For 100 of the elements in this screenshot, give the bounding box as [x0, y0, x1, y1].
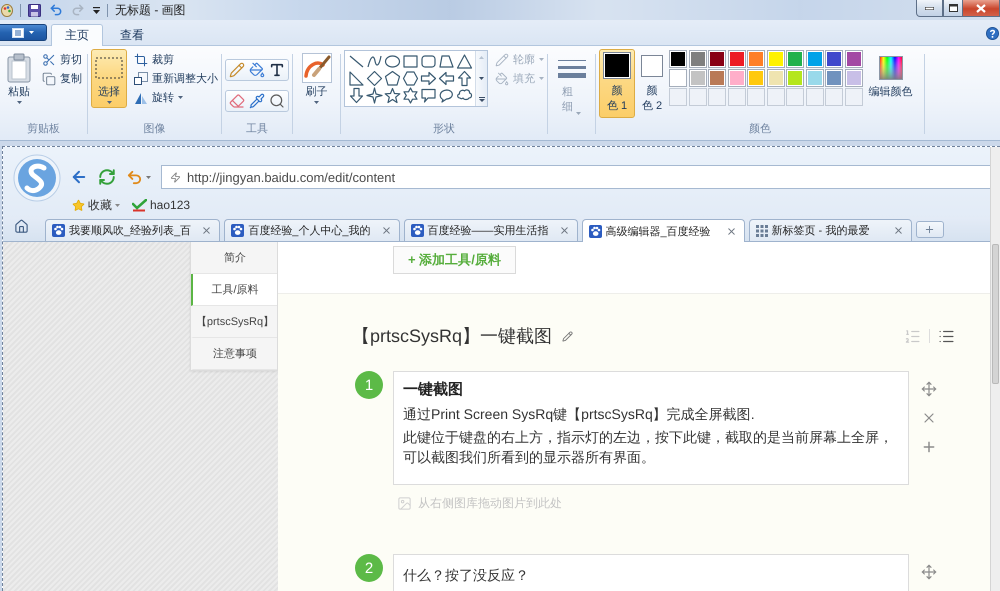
eraser-icon[interactable] [229, 93, 245, 109]
edit-colors-button[interactable]: 编辑颜色 [864, 49, 916, 103]
color-button[interactable]: 颜色 1 [599, 49, 635, 118]
close-icon[interactable] [201, 225, 212, 236]
diamond-icon[interactable] [366, 70, 382, 87]
close-icon[interactable] [558, 225, 570, 236]
ribbon-tab[interactable]: 查看 [106, 24, 158, 46]
plus-icon [924, 224, 935, 235]
color-swatch-icon[interactable] [766, 50, 784, 68]
plus-icon[interactable] [921, 439, 937, 455]
customize-menu-icon[interactable] [93, 6, 100, 14]
color-swatch-icon[interactable] [688, 69, 706, 87]
brushes-button[interactable]: 刷子 [298, 49, 336, 108]
bookmark-link[interactable]: hao123 [132, 198, 190, 212]
browser-tab[interactable]: 高级编辑器_百度经验 [582, 219, 744, 242]
close-icon[interactable] [892, 225, 904, 236]
nav-item[interactable]: 工具/原料 [191, 274, 277, 306]
move-icon[interactable] [921, 381, 937, 397]
step-editor[interactable]: 一键截图 通过Print Screen SysRq键【prtscSysRq】完成全屏截图. 此键位于键盘的右上方，指示灯的左边，按下此键，截取的是当前屏幕上全屏，可以截图我们所看到的显示器所有界面。 [393, 371, 909, 485]
line-icon[interactable] [348, 53, 364, 70]
ribbon-tab[interactable]: 主页 [51, 24, 103, 46]
paste-button[interactable]: 粘贴 [3, 49, 35, 108]
address-field[interactable]: http://jingyan.baidu.com/edit/content [161, 165, 990, 189]
copy-button[interactable]: 复制 [40, 69, 84, 88]
bookmark-link[interactable]: 收藏 [72, 196, 120, 214]
rounded-rectangle-icon[interactable] [420, 53, 436, 70]
browser-tab[interactable]: 新标签页 - 我的最爱 [748, 219, 912, 241]
four-point-star-icon[interactable] [366, 87, 382, 104]
down-arrow-icon[interactable] [348, 87, 364, 104]
nav-item[interactable]: 注意事项 [191, 338, 277, 370]
group-label: 颜色 [749, 122, 771, 136]
select-button[interactable]: 选择 [91, 49, 127, 108]
close-icon[interactable] [380, 225, 392, 236]
color-swatch-icon[interactable] [747, 69, 765, 87]
nav-item[interactable]: 【prtscSysRq】 [191, 306, 277, 338]
color-swatch-icon[interactable] [786, 69, 804, 87]
down-caret-icon[interactable] [479, 76, 484, 80]
color-swatch-icon[interactable] [806, 50, 824, 68]
color-swatch-icon[interactable] [825, 69, 843, 87]
pipette-icon[interactable] [249, 93, 265, 109]
browser-tab[interactable]: 百度经验_个人中心_我的 [224, 219, 400, 241]
color-swatch-icon[interactable] [728, 50, 746, 68]
cut-button[interactable]: 剪切 [40, 50, 84, 69]
pencil-icon[interactable] [229, 62, 245, 78]
hexagon-icon[interactable] [402, 70, 418, 87]
nav-item[interactable]: 简介 [191, 242, 277, 274]
help-icon[interactable] [986, 27, 999, 40]
magnifier-icon[interactable] [269, 93, 285, 109]
oval-icon[interactable] [384, 53, 400, 70]
close-button[interactable] [963, 0, 1000, 17]
right-arrow-icon[interactable] [420, 70, 436, 87]
color-button[interactable]: 颜色 2 [637, 49, 667, 118]
resize-button[interactable]: 重新调整大小 [132, 69, 220, 88]
color-swatch-icon[interactable] [786, 50, 804, 68]
color-swatch-icon[interactable] [708, 69, 726, 87]
color-swatch-icon[interactable] [728, 69, 746, 87]
browser-tab[interactable]: 百度经验——实用生活指 [404, 219, 578, 241]
refresh-icon[interactable] [98, 168, 116, 186]
curve-icon[interactable] [366, 53, 382, 70]
color-swatch-icon[interactable] [708, 50, 726, 68]
rotate-button[interactable]: 旋转 [132, 88, 220, 107]
maximize-button[interactable] [943, 0, 963, 17]
color-swatch-icon[interactable] [669, 69, 687, 87]
overlapping-squares-icon [134, 72, 148, 86]
six-point-star-icon[interactable] [402, 87, 418, 104]
color-swatch-icon[interactable] [669, 50, 687, 68]
triangle-icon[interactable] [456, 53, 472, 70]
pencil-icon[interactable] [562, 330, 574, 342]
undo-icon[interactable] [126, 168, 143, 186]
move-icon[interactable] [921, 564, 937, 580]
star-icon[interactable] [384, 87, 400, 104]
right-triangle-icon[interactable] [348, 70, 364, 87]
oval-callout-icon[interactable] [438, 87, 454, 104]
pentagon-icon[interactable] [384, 70, 400, 87]
color-swatch-icon[interactable] [844, 69, 862, 87]
grid-icon [756, 224, 768, 236]
paint-bucket-icon[interactable] [249, 62, 265, 78]
color-swatch-icon[interactable] [844, 50, 862, 68]
new-tab-button[interactable] [916, 221, 944, 238]
palette-icon[interactable] [1, 4, 13, 16]
left-arrow-icon[interactable] [438, 70, 454, 87]
expand-caret-icon[interactable] [478, 97, 484, 102]
home-icon[interactable] [14, 219, 29, 234]
color-swatch-icon[interactable] [806, 69, 824, 87]
color-swatch-icon[interactable] [688, 50, 706, 68]
rectangle-icon[interactable] [402, 53, 418, 70]
polygon-icon[interactable] [438, 53, 454, 70]
crop-button[interactable]: 裁剪 [132, 50, 220, 69]
color-swatch-icon[interactable] [747, 50, 765, 68]
rectangle-callout-icon[interactable] [420, 87, 436, 104]
file-menu-button[interactable] [0, 24, 47, 41]
minimize-button[interactable] [916, 0, 943, 17]
color-swatch-icon[interactable] [766, 69, 784, 87]
browser-tab[interactable]: 我要顺风吹_经验列表_百 [45, 219, 220, 241]
close-icon[interactable] [726, 226, 736, 236]
undo-icon[interactable] [49, 3, 63, 17]
step-editor[interactable]: 什么？按了没反应？ [393, 554, 909, 591]
up-arrow-icon[interactable] [456, 70, 472, 87]
color-swatch-icon[interactable] [825, 50, 843, 68]
text-icon[interactable] [269, 62, 285, 78]
